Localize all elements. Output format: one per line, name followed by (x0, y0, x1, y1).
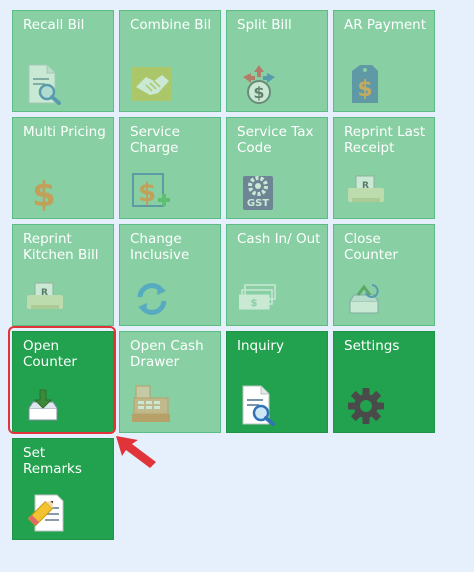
dollar-plus-icon: $ (132, 170, 170, 212)
svg-text:$: $ (32, 175, 56, 212)
settings-tile[interactable]: Settings (333, 331, 435, 433)
tile-label: Open Counter (23, 338, 77, 370)
tile-label: Open Cash Drawer (130, 338, 204, 370)
svg-text:$: $ (253, 83, 264, 102)
tile-label: Settings (344, 338, 400, 354)
recall-bill-tile[interactable]: Recall Bil (12, 10, 114, 112)
service-tax-code-tile[interactable]: Service Tax Code GST (226, 117, 328, 219)
reprint-kitchen-bill-tile[interactable]: Reprint Kitchen Bill R (12, 224, 114, 326)
split-dollar-icon: $ (239, 63, 277, 105)
open-cash-drawer-tile[interactable]: Open Cash Drawer (119, 331, 221, 433)
svg-text:$: $ (138, 178, 156, 208)
tile-label: Split Bill (237, 17, 292, 33)
receipt-printer-icon: R (25, 277, 63, 319)
gst-gear-icon: GST (239, 170, 277, 212)
tile-label: Combine Bil (130, 17, 212, 33)
pointer-arrow-icon (112, 430, 164, 474)
cash-notes-icon: $ (238, 277, 277, 319)
service-charge-tile[interactable]: Service Charge $ (119, 117, 221, 219)
inquiry-tile[interactable]: Inquiry (226, 331, 328, 433)
split-bill-tile[interactable]: Split Bill $ (226, 10, 328, 112)
gear-icon (346, 384, 384, 426)
note-pencil-icon (25, 491, 64, 533)
tile-label: Reprint Kitchen Bill (23, 231, 99, 263)
tile-label: AR Payment (344, 17, 427, 33)
drawer-open-icon (25, 384, 63, 426)
dollar-icon: $ (25, 170, 63, 215)
dollar-tag-icon: $ (346, 63, 384, 105)
cash-in-out-tile[interactable]: Cash In/ Out $ (226, 224, 328, 326)
tile-label: Set Remarks (23, 445, 82, 477)
open-counter-tile[interactable]: Open Counter (12, 331, 114, 433)
refresh-icon (132, 277, 170, 319)
svg-text:$: $ (357, 77, 372, 102)
document-search-icon (239, 384, 277, 426)
tile-label: Multi Pricing (23, 124, 106, 140)
tile-label: Change Inclusive (130, 231, 190, 263)
receipt-printer-icon: R (346, 170, 384, 212)
tile-label: Service Charge (130, 124, 180, 156)
close-counter-tile[interactable]: Close Counter (333, 224, 435, 326)
handshake-icon (132, 63, 172, 105)
change-inclusive-tile[interactable]: Change Inclusive (119, 224, 221, 326)
cash-register-icon (132, 384, 170, 426)
tile-label: Reprint Last Receipt (344, 124, 426, 156)
multi-pricing-tile[interactable]: Multi Pricing $ (12, 117, 114, 219)
reprint-last-receipt-tile[interactable]: Reprint Last Receipt R (333, 117, 435, 219)
svg-text:$: $ (251, 298, 258, 309)
drawer-close-icon (346, 277, 384, 319)
document-search-icon (25, 63, 63, 105)
ar-payment-tile[interactable]: AR Payment $ (333, 10, 435, 112)
tile-label: Recall Bil (23, 17, 85, 33)
tile-label: Close Counter (344, 231, 398, 263)
tile-label: Service Tax Code (237, 124, 314, 156)
set-remarks-tile[interactable]: Set Remarks (12, 438, 114, 540)
tile-label: Cash In/ Out (237, 231, 321, 247)
function-tile-grid: Recall Bil Combine Bil Split Bill $ AR P… (12, 10, 435, 540)
svg-text:GST: GST (247, 198, 269, 209)
combine-bill-tile[interactable]: Combine Bil (119, 10, 221, 112)
tile-label: Inquiry (237, 338, 284, 354)
